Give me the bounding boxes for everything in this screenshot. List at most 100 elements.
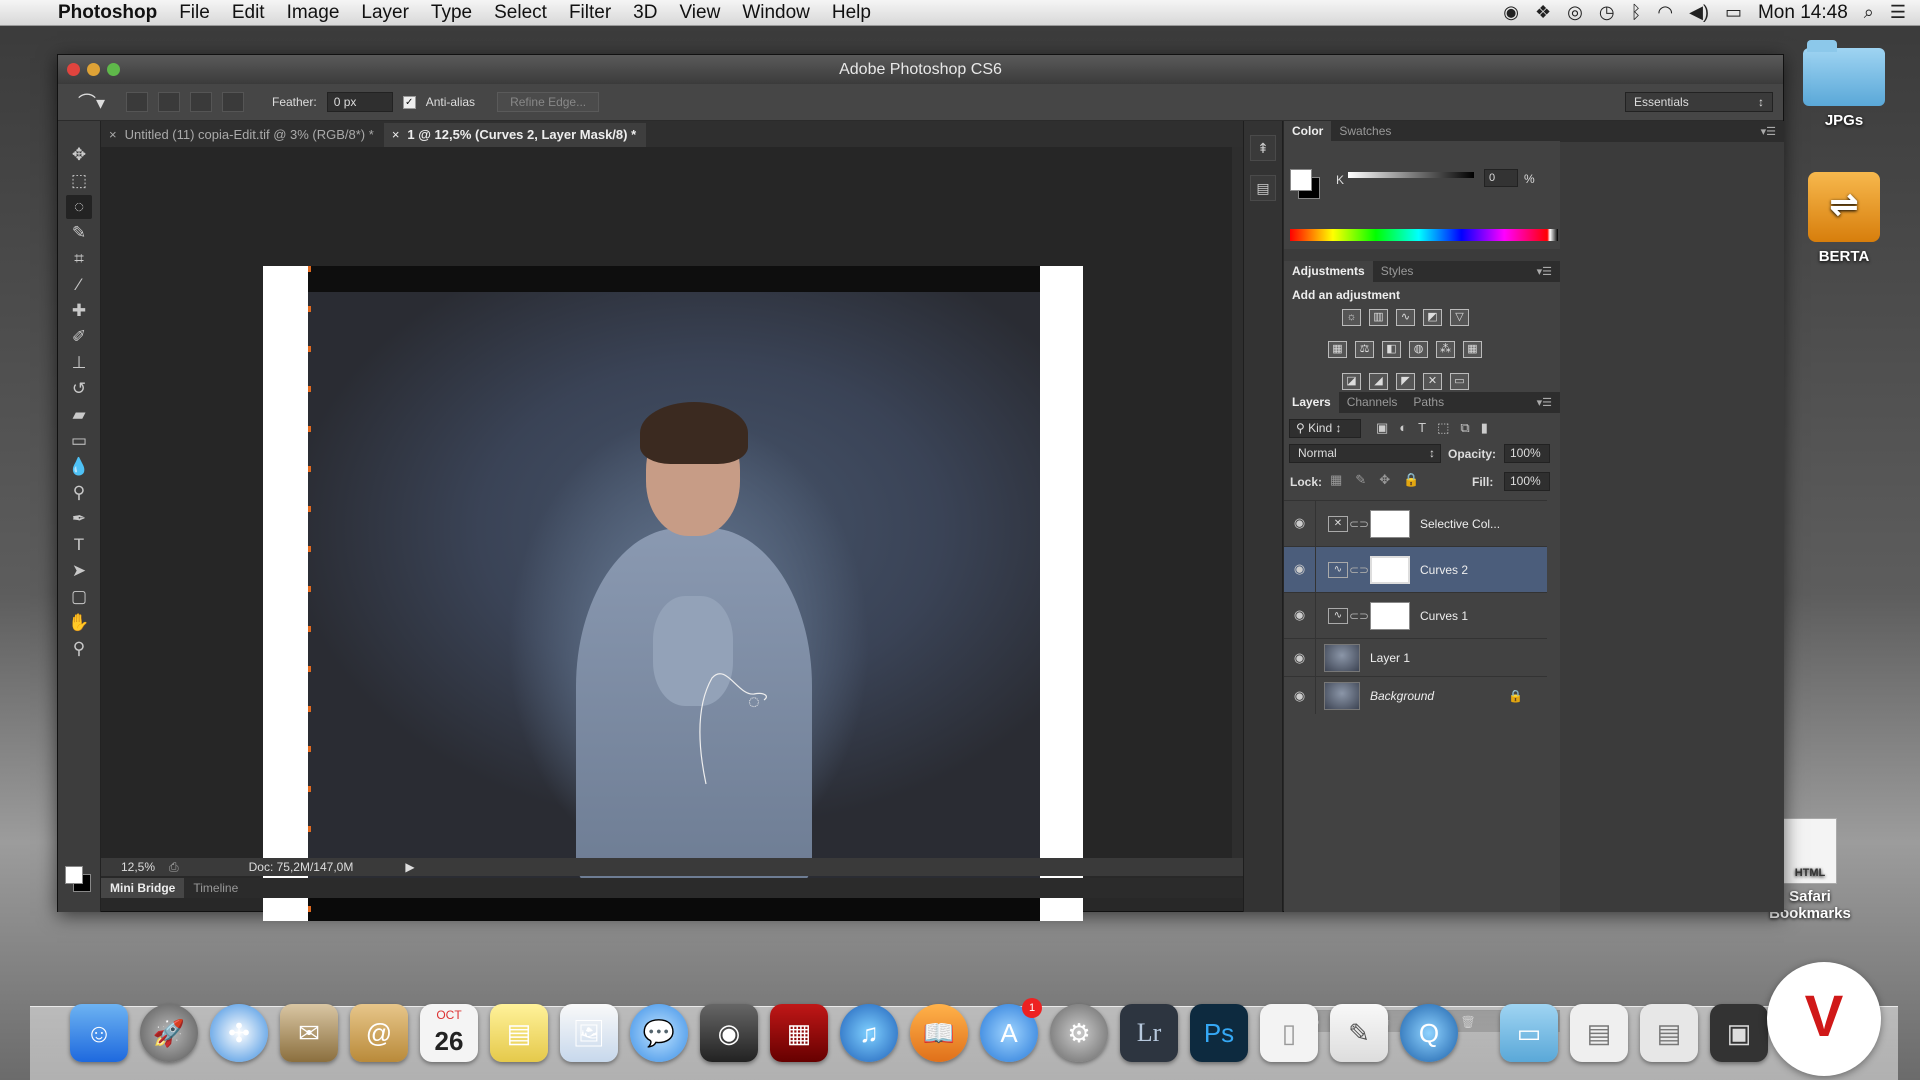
black-white-icon[interactable]: ◧	[1382, 341, 1401, 358]
finder-icon[interactable]: ☺	[70, 1004, 128, 1062]
gradient-map-icon[interactable]: ▭	[1450, 373, 1469, 390]
itunes-icon[interactable]: ♫	[840, 1004, 898, 1062]
menu-select[interactable]: Select	[483, 2, 558, 24]
bluetooth-icon[interactable]: ᛒ	[1631, 2, 1642, 23]
zoom-tool-icon[interactable]: ⚲	[66, 637, 92, 661]
pen-tool-icon[interactable]: ✒	[66, 507, 92, 531]
zoom-window-button[interactable]	[107, 63, 120, 76]
menu-edit[interactable]: Edit	[221, 2, 276, 24]
move-tool-icon[interactable]: ✥	[66, 143, 92, 167]
canvas-vertical-scrollbar[interactable]	[1232, 147, 1243, 858]
add-selection-icon[interactable]	[158, 92, 180, 112]
healing-brush-tool-icon[interactable]: ✚	[66, 299, 92, 323]
menu-layer[interactable]: Layer	[350, 2, 420, 24]
k-value-input[interactable]: 0	[1484, 169, 1518, 187]
panel-menu-icon[interactable]: ▾☰	[1537, 396, 1552, 409]
minimized-window-icon[interactable]: ▣	[1710, 1004, 1768, 1062]
layer-thumbnail[interactable]	[1324, 681, 1360, 710]
quick-selection-tool-icon[interactable]: ✎	[66, 221, 92, 245]
eye-icon[interactable]: ◉	[1284, 501, 1316, 546]
tab-mini-bridge[interactable]: Mini Bridge	[101, 878, 185, 898]
menu-help[interactable]: Help	[821, 2, 882, 24]
eyedropper-tool-icon[interactable]: ⁄	[66, 273, 92, 297]
tab-adjustments[interactable]: Adjustments	[1284, 261, 1373, 282]
subtract-selection-icon[interactable]	[190, 92, 212, 112]
tab-paths[interactable]: Paths	[1405, 392, 1452, 413]
documents-stack-icon[interactable]: ▤	[1570, 1004, 1628, 1062]
layer-name[interactable]: Curves 2	[1420, 563, 1468, 577]
hand-tool-icon[interactable]: ✋	[66, 611, 92, 635]
sync-icon[interactable]: ◎	[1567, 2, 1583, 23]
tab-channels[interactable]: Channels	[1339, 392, 1406, 413]
downloads-stack-icon[interactable]: ▤	[1640, 1004, 1698, 1062]
antialias-checkbox[interactable]: ✓	[402, 95, 416, 109]
opacity-input[interactable]: 100%	[1504, 444, 1550, 463]
k-slider[interactable]	[1348, 172, 1474, 178]
tab-layers[interactable]: Layers	[1284, 392, 1339, 413]
crop-tool-icon[interactable]: ⌗	[66, 247, 92, 271]
intersect-selection-icon[interactable]	[222, 92, 244, 112]
record-icon[interactable]: ◉	[1503, 2, 1519, 23]
filter-pixel-icon[interactable]: ▣	[1376, 420, 1388, 436]
selective-color-icon[interactable]: ✕	[1423, 373, 1442, 390]
tab-color[interactable]: Color	[1284, 121, 1332, 142]
facetime-icon[interactable]: ◉	[700, 1004, 758, 1062]
refine-edge-button[interactable]: Refine Edge...	[497, 92, 600, 112]
type-tool-icon[interactable]: T	[66, 533, 92, 557]
window-titlebar[interactable]: Adobe Photoshop CS6	[58, 55, 1783, 84]
filter-shape-icon[interactable]: ⬚	[1437, 420, 1449, 436]
zoom-level[interactable]: 12,5%	[101, 860, 161, 874]
filter-type-icon[interactable]: T	[1418, 420, 1426, 436]
menu-type[interactable]: Type	[420, 2, 483, 24]
ibooks-icon[interactable]: 📖	[910, 1004, 968, 1062]
menu-file[interactable]: File	[168, 2, 221, 24]
contacts-icon[interactable]: @	[350, 1004, 408, 1062]
layer-name[interactable]: Selective Col...	[1420, 517, 1500, 531]
threshold-icon[interactable]: ◤	[1396, 373, 1415, 390]
photo-filter-icon[interactable]: ◍	[1409, 341, 1428, 358]
filter-toggle-icon[interactable]: ▮	[1481, 420, 1488, 436]
eraser-tool-icon[interactable]: ▰	[66, 403, 92, 427]
brush-tool-icon[interactable]: ✐	[66, 325, 92, 349]
path-selection-tool-icon[interactable]: ➤	[66, 559, 92, 583]
feather-input[interactable]: 0 px	[326, 92, 393, 112]
lasso-tool-preset-icon[interactable]: ⌒▾	[78, 89, 116, 115]
menu-app-name[interactable]: Photoshop	[50, 2, 168, 24]
menu-view[interactable]: View	[668, 2, 731, 24]
quicktime-icon[interactable]: Q	[1400, 1004, 1458, 1062]
menu-filter[interactable]: Filter	[558, 2, 622, 24]
lock-pixels-icon[interactable]: ✎	[1355, 472, 1366, 488]
new-selection-icon[interactable]	[126, 92, 148, 112]
photo-booth-icon[interactable]: ▦	[770, 1004, 828, 1062]
proof-icon[interactable]: ⎙	[169, 860, 179, 875]
script-editor-icon[interactable]: ✎	[1330, 1004, 1388, 1062]
lasso-tool-icon[interactable]: ◌	[66, 195, 92, 219]
messages-icon[interactable]: 💬	[630, 1004, 688, 1062]
panel-menu-icon[interactable]: ▾☰	[1537, 265, 1552, 278]
launchpad-icon[interactable]: 🚀	[140, 1004, 198, 1062]
layer-row-curves-1[interactable]: ◉ ∿ ⊂⊃ Curves 1	[1284, 592, 1547, 638]
invert-icon[interactable]: ◪	[1342, 373, 1361, 390]
marquee-tool-icon[interactable]: ⬚	[66, 169, 92, 193]
gradient-tool-icon[interactable]: ▭	[66, 429, 92, 453]
layer-thumbnail[interactable]	[1324, 643, 1360, 672]
menu-3d[interactable]: 3D	[622, 2, 668, 24]
photo-canvas[interactable]: ◌	[308, 266, 1040, 921]
system-preferences-icon[interactable]: ⚙	[1050, 1004, 1108, 1062]
layer-row-background[interactable]: ◉ Background 🔒	[1284, 676, 1547, 714]
tab-styles[interactable]: Styles	[1373, 261, 1422, 282]
minimize-window-button[interactable]	[87, 63, 100, 76]
canvas-area[interactable]: ◌	[101, 147, 1232, 921]
history-brush-tool-icon[interactable]: ↺	[66, 377, 92, 401]
list-icon[interactable]: ☰	[1890, 2, 1906, 23]
clone-stamp-tool-icon[interactable]: ⊥	[66, 351, 92, 375]
layer-name[interactable]: Curves 1	[1420, 609, 1468, 623]
layer-filter-select[interactable]: ⚲ Kind ↕	[1289, 419, 1361, 438]
layer-mask-thumbnail[interactable]	[1370, 601, 1410, 630]
layer-name[interactable]: Background	[1370, 689, 1434, 703]
lock-all-icon[interactable]: 🔒	[1403, 472, 1419, 488]
desktop-folder-jpgs[interactable]: JPGs	[1794, 40, 1894, 129]
eye-icon[interactable]: ◉	[1284, 639, 1316, 676]
blur-tool-icon[interactable]: 💧	[66, 455, 92, 479]
layer-mask-thumbnail[interactable]	[1370, 555, 1410, 584]
